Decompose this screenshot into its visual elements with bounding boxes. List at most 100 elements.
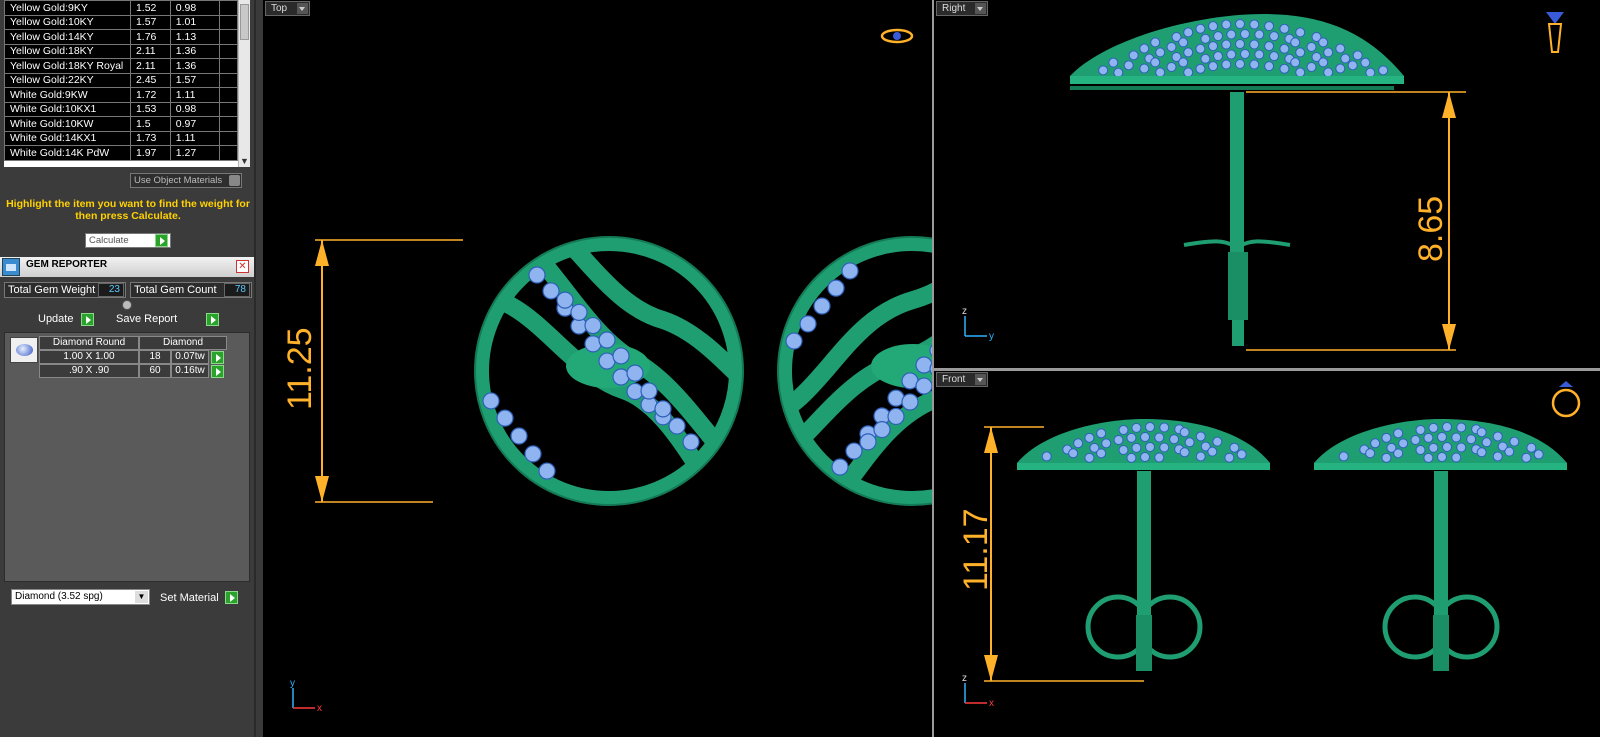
gem-stone [1347,60,1358,71]
gem-stone [538,462,556,480]
gem-stone [1235,59,1245,69]
chevron-down-icon[interactable] [975,374,987,385]
gem-stone [1166,61,1177,72]
left-panel: Yellow Gold:9KY 1.52 0.98 Yellow Gold:10KY 1… [0,0,256,737]
save-report-button[interactable]: Save Report [116,313,177,325]
gem-stone [1131,422,1142,433]
top-dimension-label: 11.25 [281,327,319,410]
weight-hint: Highlight the item you want to find the … [6,198,250,222]
scroll-down-icon[interactable]: ▼ [239,156,250,167]
front-viewport[interactable]: 11.17 z x Front [934,371,1600,737]
chevron-down-icon[interactable] [975,3,987,14]
splitter-handle[interactable] [122,300,132,310]
gem-stone [1169,434,1180,445]
gem-stone [1381,452,1392,463]
materials-scrollbar[interactable]: ▼ [238,0,250,167]
gem-row-go-icon[interactable] [211,351,224,364]
svg-text:z: z [962,306,967,317]
gem-stone [1254,49,1265,60]
material-cell: 1.57 [169,72,221,88]
chevron-down-icon[interactable]: ▼ [135,591,148,603]
gem-stone [1456,442,1467,453]
gem-stone [1221,39,1232,50]
gem-stone [1442,442,1453,453]
gem-stone [1318,37,1329,48]
calculate-go-icon[interactable] [155,234,168,247]
gem-stone [1213,31,1224,42]
material-cell: 2.11 [129,43,171,59]
right-view-menu[interactable]: Right [936,1,989,16]
material-row[interactable]: Yellow Gold:14KY 1.76 1.13 [4,29,238,45]
gem-stone [1195,23,1206,34]
gem-stone [1226,49,1237,60]
svg-text:x: x [989,698,994,709]
scroll-thumb[interactable] [240,4,249,40]
gem-stone [827,279,845,297]
material-row[interactable]: Yellow Gold:18KY Royal 2.11 1.36 [4,58,238,74]
material-row[interactable]: Yellow Gold:9KY 1.52 0.98 [4,0,238,16]
gem-stone [1381,432,1392,443]
gem-stone [841,262,859,280]
gem-stone [1492,431,1503,442]
gem-stone [1365,448,1376,459]
use-object-materials-toggle[interactable]: Use Object Materials [130,173,242,188]
gem-stone [1306,41,1317,52]
material-cell: 0.97 [169,116,221,132]
material-row[interactable]: White Gold:10KW 1.5 0.97 [4,116,238,132]
gem-material-header: Diamond [139,336,227,350]
gem-stone [1476,427,1487,438]
total-gem-count-value: 78 [224,283,250,297]
material-row[interactable]: Yellow Gold:22KY 2.45 1.57 [4,72,238,88]
svg-text:y: y [989,331,994,342]
gem-stone [1249,19,1260,30]
gem-stone [859,433,877,451]
gem-reporter-header: GEM REPORTER ✕ [0,257,254,277]
gem-stone [1155,47,1166,58]
gem-stone [1290,37,1301,48]
gem-row-count: 60 [139,364,171,378]
gem-stone [1195,451,1206,462]
update-button[interactable]: Update [38,313,73,325]
gem-stone [1415,424,1426,435]
material-row[interactable]: White Gold:9KW 1.72 1.11 [4,87,238,103]
svg-text:y: y [290,678,295,689]
gem-row-go-icon[interactable] [211,365,224,378]
save-report-go-icon[interactable] [206,313,219,326]
top-viewport[interactable]: 11.25 y x Top [263,0,932,737]
material-select[interactable]: Diamond (3.52 spg) ▼ [11,589,150,605]
material-row[interactable]: Yellow Gold:10KY 1.57 1.01 [4,14,238,30]
front-view-ring-icon[interactable] [1551,381,1581,418]
material-row[interactable]: White Gold:14K PdW 1.97 1.27 [4,145,238,161]
set-material-button[interactable]: Set Material [160,592,219,604]
gem-stone [1178,57,1189,68]
material-cell: 2.11 [129,58,171,74]
gem-stone [1235,19,1245,29]
gem-stone [1073,438,1084,449]
gem-stone [1084,452,1095,463]
gem-stone [1393,428,1404,439]
material-row[interactable]: Yellow Gold:18KY 2.11 1.36 [4,43,238,59]
top-view-menu[interactable]: Top [265,1,311,16]
material-cell: 1.13 [169,29,221,45]
gem-stone [1264,61,1275,72]
gem-stone [482,392,500,410]
gem-stone [1249,59,1260,70]
set-material-go-icon[interactable] [225,591,238,604]
material-row[interactable]: White Gold:14KX1 1.73 1.11 [4,130,238,146]
gem-stone [1393,448,1404,459]
gem-stone [598,331,616,349]
material-row[interactable]: White Gold:10KX1 1.53 0.98 [4,101,238,117]
front-view-menu[interactable]: Front [936,372,989,387]
gem-stone [1108,57,1119,68]
top-view-ring-icon[interactable] [880,28,914,44]
gem-stone [1155,67,1166,78]
chevron-down-icon[interactable] [297,3,309,14]
gem-stone [1340,53,1351,64]
gem-stone [813,297,831,315]
update-go-icon[interactable] [81,313,94,326]
close-icon[interactable]: ✕ [236,260,249,273]
earring-top-right [777,236,932,506]
gem-stone [1224,452,1235,463]
right-viewport[interactable]: 8.65 z y Right [934,0,1600,368]
side-view-earring-icon[interactable] [1546,12,1564,53]
